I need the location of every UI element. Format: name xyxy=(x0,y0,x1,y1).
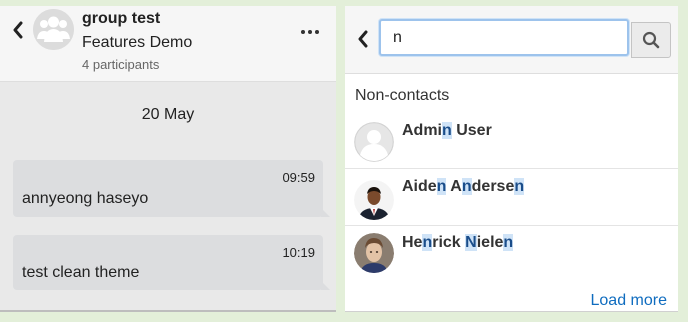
back-button[interactable] xyxy=(8,19,28,41)
default-user-avatar-icon xyxy=(354,122,394,162)
date-separator: 20 May xyxy=(141,106,195,123)
more-options-button[interactable] xyxy=(300,24,320,40)
message-text: test clean theme xyxy=(22,264,140,281)
message-text: annyeong haseyo xyxy=(22,190,149,207)
search-header xyxy=(345,6,678,74)
search-result-item[interactable]: Aiden Andersen xyxy=(345,169,678,226)
chevron-left-icon xyxy=(358,30,368,48)
match-highlight: n xyxy=(514,178,525,195)
chevron-left-icon xyxy=(13,21,23,39)
match-highlight: n xyxy=(442,122,452,139)
group-avatar[interactable] xyxy=(33,9,74,50)
search-input[interactable] xyxy=(379,19,629,56)
bubble-tail xyxy=(321,208,330,217)
avatar xyxy=(354,122,394,162)
contact-name: Aiden Andersen xyxy=(402,178,525,195)
search-button[interactable] xyxy=(631,22,671,58)
avatar xyxy=(354,233,394,273)
back-button[interactable] xyxy=(353,28,373,50)
group-avatar-icon xyxy=(33,9,74,50)
group-name: group test xyxy=(82,10,161,27)
search-result-item[interactable]: Admin User xyxy=(345,112,678,169)
load-more-link[interactable]: Load more xyxy=(591,292,668,310)
user-photo xyxy=(354,233,394,273)
section-title: Non-contacts xyxy=(355,87,450,104)
user-photo xyxy=(354,180,394,220)
more-horizontal-icon xyxy=(308,30,312,34)
search-result-item[interactable]: Henrick Nielen xyxy=(345,225,678,281)
contact-name: Henrick Nielen xyxy=(402,234,514,251)
message-time: 10:19 xyxy=(282,245,315,260)
match-highlight: N xyxy=(465,234,477,251)
search-icon xyxy=(642,31,660,49)
match-highlight: n xyxy=(422,234,433,251)
course-name: Features Demo xyxy=(82,34,193,51)
participants-count[interactable]: 4 participants xyxy=(82,57,159,72)
message-bubble: 10:19 test clean theme xyxy=(13,235,330,290)
search-panel: Non-contacts Admin User xyxy=(345,6,678,312)
avatar xyxy=(354,180,394,220)
conversation-header: group test Features Demo 4 participants xyxy=(0,6,336,82)
message-bubble: 09:59 annyeong haseyo xyxy=(13,160,330,217)
more-horizontal-icon xyxy=(315,30,319,34)
message-time: 09:59 xyxy=(282,170,315,185)
contact-name: Admin User xyxy=(402,122,492,139)
divider xyxy=(0,310,336,312)
more-horizontal-icon xyxy=(301,30,305,34)
match-highlight: n xyxy=(436,178,447,195)
bubble-tail xyxy=(321,281,330,290)
match-highlight: n xyxy=(461,178,472,195)
match-highlight: n xyxy=(503,234,514,251)
conversation-panel: group test Features Demo 4 participants … xyxy=(0,6,336,312)
divider xyxy=(345,311,678,312)
